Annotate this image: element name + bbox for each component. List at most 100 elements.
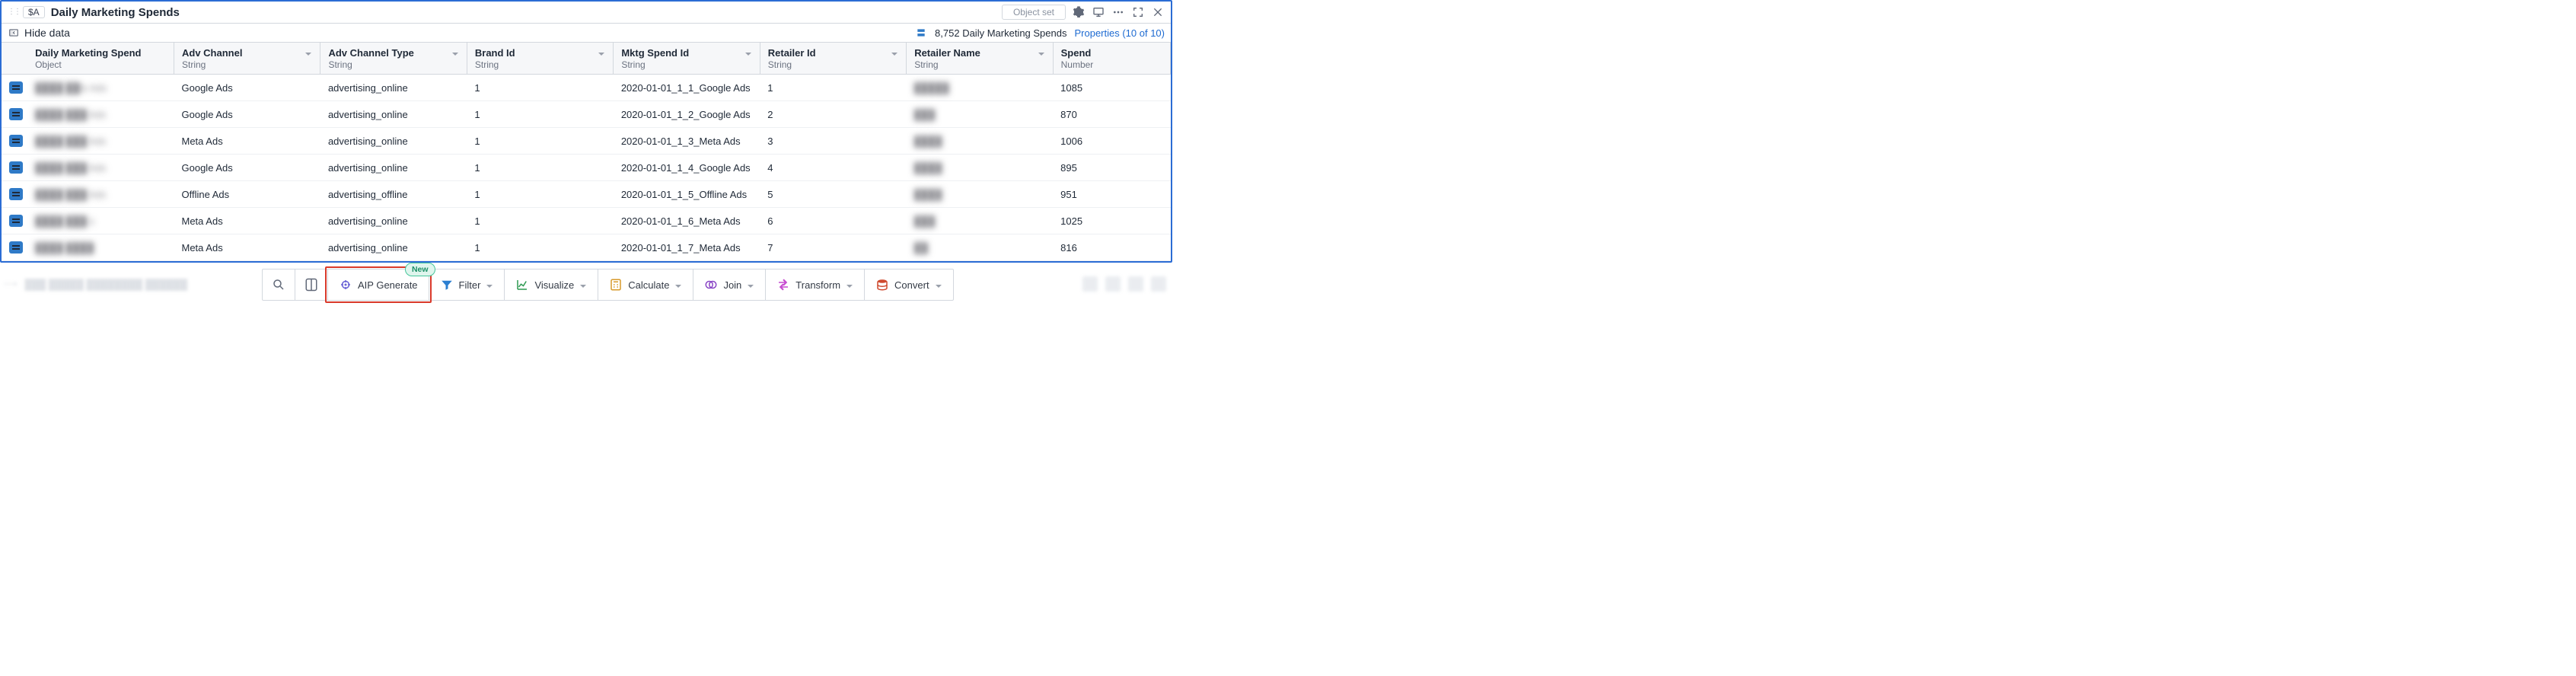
table-row[interactable]: ████ ████Meta Adsadvertising_online12020… [2,234,1171,261]
column-header[interactable]: Adv Channel TypeString [320,43,467,75]
object-set-button[interactable]: Object set [1002,5,1066,20]
monitor-icon[interactable] [1092,5,1105,19]
cell-retailer-name: ████ [907,128,1053,155]
chevron-down-icon[interactable] [891,49,898,56]
cell-spend: 951 [1053,181,1170,208]
filter-button[interactable]: Filter [429,269,505,300]
gear-icon[interactable] [1072,5,1086,19]
toolbar-docs-button[interactable] [295,269,328,300]
cell-spend-name: ████ ███ Ads [27,128,174,155]
cell-spend-name: ████ ██le Ads [27,75,174,101]
visualize-button[interactable]: Visualize [505,269,598,300]
calculator-icon [609,278,623,292]
sub-bar: Hide data 8,752 Daily Marketing Spends P… [2,24,1171,43]
cell-retailer-id: 4 [760,155,906,181]
column-label: Brand Id [475,47,515,59]
cell-retailer-id: 5 [760,181,906,208]
chevron-down-icon[interactable] [304,49,312,56]
chevron-down-icon[interactable] [744,49,752,56]
column-header[interactable]: Brand IdString [467,43,613,75]
title-bar: $A Daily Marketing Spends Object set [2,2,1171,24]
row-object-icon [2,101,27,128]
column-label: Adv Channel Type [328,47,413,59]
column-type: String [621,59,689,70]
column-header[interactable]: SpendNumber [1053,43,1170,75]
calculate-label: Calculate [628,279,669,291]
close-icon[interactable] [1151,5,1165,19]
column-header[interactable]: Adv ChannelString [174,43,320,75]
database-icon [875,278,889,292]
chevron-down-icon[interactable] [598,49,605,56]
data-table: Daily Marketing SpendObjectAdv ChannelSt… [2,43,1171,261]
chevron-down-icon [935,281,942,289]
column-header[interactable]: Retailer IdString [760,43,906,75]
column-label: Mktg Spend Id [621,47,689,59]
column-header[interactable]: Daily Marketing SpendObject [27,43,174,75]
column-type: String [768,59,816,70]
cell-retailer-id: 2 [760,101,906,128]
search-icon [272,278,285,292]
table-row[interactable]: ████ ██le AdsGoogle Adsadvertising_onlin… [2,75,1171,101]
cell-adv-channel: Meta Ads [174,234,320,261]
chevron-down-icon[interactable] [451,49,459,56]
cell-brand-id: 1 [467,75,613,101]
column-type: String [914,59,980,70]
filter-label: Filter [459,279,481,291]
column-label: Adv Channel [182,47,242,59]
cell-mktg-spend-id: 2020-01-01_1_2_Google Ads [614,101,760,128]
cell-adv-channel-type: advertising_online [320,75,467,101]
chevron-down-icon [674,281,682,289]
cell-retailer-id: 1 [760,75,906,101]
cell-retailer-name: ███ [907,208,1053,234]
cell-adv-channel: Google Ads [174,101,320,128]
more-icon[interactable] [1111,5,1125,19]
hide-panel-icon [8,27,20,39]
table-row[interactable]: ████ ███ AdsGoogle Adsadvertising_online… [2,101,1171,128]
toolbar-search-button[interactable] [263,269,295,300]
variable-chip[interactable]: $A [23,6,45,18]
cell-mktg-spend-id: 2020-01-01_1_5_Offline Ads [614,181,760,208]
drag-handle-icon[interactable] [8,10,17,14]
table-row[interactable]: ████ ███ sMeta Adsadvertising_online1202… [2,208,1171,234]
table-row[interactable]: ████ ███ AdsMeta Adsadvertising_online12… [2,128,1171,155]
cell-adv-channel: Meta Ads [174,208,320,234]
column-header[interactable]: Mktg Spend IdString [614,43,760,75]
column-header[interactable]: Retailer NameString [907,43,1053,75]
cell-spend: 1025 [1053,208,1170,234]
new-badge: New [405,263,435,276]
data-table-scroll[interactable]: Daily Marketing SpendObjectAdv ChannelSt… [2,43,1171,261]
convert-button[interactable]: Convert [865,269,953,300]
cell-mktg-spend-id: 2020-01-01_1_1_Google Ads [614,75,760,101]
aip-generate-button[interactable]: AIP Generate New [328,269,429,300]
chart-icon [515,278,529,292]
breadcrumb-blurred: ⟶███ █████ ████████ ██████ [3,278,187,290]
cell-adv-channel-type: advertising_online [320,101,467,128]
cell-adv-channel-type: advertising_offline [320,181,467,208]
cell-adv-channel: Offline Ads [174,181,320,208]
properties-link[interactable]: Properties (10 of 10) [1074,27,1165,39]
join-button[interactable]: Join [693,269,766,300]
expand-icon[interactable] [1131,5,1145,19]
table-row[interactable]: ████ ███ AdsOffline Adsadvertising_offli… [2,181,1171,208]
cell-spend-name: ████ ████ [27,234,174,261]
hide-data-button[interactable]: Hide data [8,27,70,39]
calculate-button[interactable]: Calculate [598,269,693,300]
aip-icon [339,278,352,292]
cell-adv-channel: Google Ads [174,155,320,181]
cell-adv-channel: Google Ads [174,75,320,101]
column-label: Daily Marketing Spend [35,47,141,59]
visualize-label: Visualize [534,279,574,291]
chevron-down-icon [579,281,587,289]
table-row[interactable]: ████ ███ AdsGoogle Adsadvertising_online… [2,155,1171,181]
object-set-icon [915,27,927,39]
cell-brand-id: 1 [467,128,613,155]
aip-label: AIP Generate [358,279,418,291]
cell-spend-name: ████ ███ Ads [27,101,174,128]
below-area: ⟶███ █████ ████████ ██████ AIP Generate … [3,269,1169,299]
transform-button[interactable]: Transform [766,269,865,300]
filter-icon [440,278,454,292]
column-type: Object [35,59,141,70]
chevron-down-icon[interactable] [1038,49,1045,56]
cell-brand-id: 1 [467,208,613,234]
cell-retailer-name: ██ [907,234,1053,261]
